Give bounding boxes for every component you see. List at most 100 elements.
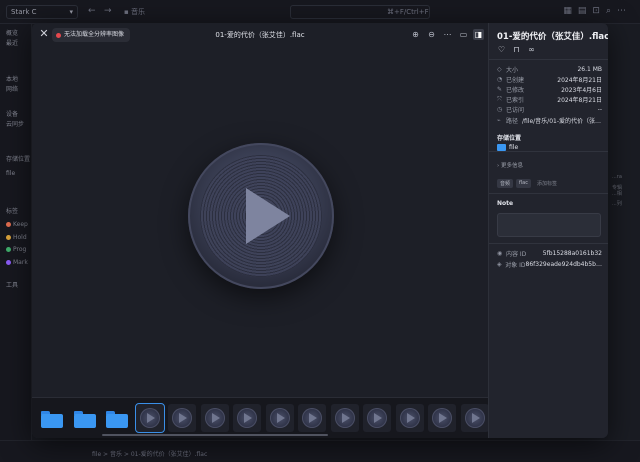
object-id-icon: ◈ [497,261,502,268]
zoom-out-icon[interactable]: ⊖ [426,29,437,40]
link-icon[interactable]: ∞ [527,45,536,54]
more-icon[interactable]: ⋯ [442,29,453,40]
audio-thumbnail[interactable] [330,404,359,432]
forward-icon[interactable]: → [104,6,112,16]
bg-search-input[interactable]: ⌘+F/Ctrl+F [290,5,430,19]
meta-label: 大小 [506,67,519,74]
audio-thumbnail[interactable] [265,404,294,432]
bg-toolbar-icons[interactable]: ▦▤⊡⌕⋯ [563,6,632,16]
folder-icon [497,144,506,151]
audio-thumbnail[interactable] [395,404,424,432]
meta-value: 2023年4月6日 [561,87,602,94]
id-value[interactable]: 86f329eade924db4b5ba1... [526,261,602,268]
bg-sidebar-item[interactable]: Prog [6,246,26,253]
thumbnail-scrollbar[interactable] [102,434,328,436]
play-icon [471,413,480,423]
play-icon [211,413,220,423]
audio-thumbnail[interactable] [298,404,326,432]
meta-value: -- [597,106,602,113]
meta-row: ⤧ 已索引 2024年8月21日 [497,95,602,105]
bg-sidebar-item[interactable]: 云同步 [6,119,24,128]
meta-label: 已创建 [506,77,525,84]
folder-thumbnail[interactable] [71,404,99,432]
audio-thumbnail[interactable] [363,404,391,432]
inspector-panel: 01-爱的代价（张艾佳）.flac ♡ ⊓ ∞ ◇ 大小 26.1 MB ◔ 已创建 20… [488,23,608,438]
viewer-toolbar: ✕ 无法加载全分辨率图像 01-爱的代价（张艾佳）.flac ⊕ ⊖ ⋯ ▭ ◨ [32,23,488,47]
tag-color-dot-icon [6,260,11,265]
accessed-icon: ◷ [497,106,503,113]
bg-sidebar-label: 网络 [6,86,19,93]
play-icon [439,413,447,423]
add-tag-button[interactable]: 添加标签 [534,179,560,188]
back-icon[interactable]: ← [88,6,96,16]
audio-thumbnail[interactable] [428,404,456,432]
play-icon [341,413,350,423]
audio-thumbnail[interactable] [134,403,165,433]
divider [489,151,608,152]
bg-sidebar-item[interactable]: 标签 [6,206,18,215]
id-label: 对象 ID [505,262,526,269]
bg-sidebar-label: 标签 [6,208,19,215]
inspector-actions: ♡ ⊓ ∞ [497,45,536,54]
bg-crumb[interactable]: ▪ 音乐 [124,7,145,17]
folder-thumbnail[interactable] [38,404,66,432]
bg-sidebar-item[interactable]: 网络 [6,84,18,93]
audio-thumbnail[interactable] [460,404,489,432]
meta-value: 2024年8月21日 [557,77,602,84]
play-icon [276,413,285,423]
bg-sidebar-item[interactable]: Hold [6,234,27,241]
size-icon: ◇ [497,66,502,73]
bg-sidebar-label: Mark [13,259,28,266]
bg-sidebar-item[interactable]: file [6,170,15,177]
bg-sidebar-item[interactable]: Keep [6,221,28,228]
bg-sidebar-item[interactable]: 最近 [6,38,18,47]
locations-heading: 存储位置 [497,135,522,142]
play-icon[interactable] [246,188,290,244]
tag-chip[interactable]: flac [516,179,531,188]
sidebar-toggle-icon[interactable]: ◨ [473,29,484,40]
tag-chip[interactable]: 音频 [497,179,514,188]
bg-right-strip-text: ...ra [612,174,622,180]
compact-view-icon[interactable]: ▭ [458,29,469,40]
bg-sidebar-item[interactable]: 存储位置 [6,154,30,163]
heart-icon[interactable]: ♡ [497,45,506,54]
audio-thumbnail[interactable] [200,404,229,432]
divider [489,193,608,194]
meta-label: 已访问 [506,107,525,114]
play-icon [146,413,155,423]
chevron-down-icon: ▾ [69,8,73,16]
bg-sidebar-item[interactable]: 工具 [6,280,18,289]
bg-sidebar-item[interactable]: 概览 [6,28,18,37]
path-icon: ⌁ [497,117,501,124]
bg-location-select[interactable]: Stark C ▾ [6,5,78,19]
created-icon: ◔ [497,76,503,83]
divider [489,243,608,244]
bg-sidebar-label: 最近 [6,40,19,47]
audio-thumbnail[interactable] [233,404,261,432]
folder-thumbnail[interactable] [103,404,131,432]
bg-sidebar-item[interactable]: 设备 [6,109,18,118]
bg-sidebar-item[interactable]: Mark [6,259,28,266]
meta-value: 26.1 MB [577,66,602,73]
thumbnail-strip[interactable] [32,397,489,438]
play-icon [374,413,382,423]
audio-thumbnail[interactable] [168,404,196,432]
note-input[interactable] [497,213,601,237]
zoom-in-icon[interactable]: ⊕ [410,29,421,40]
location-chip[interactable]: file [497,144,518,151]
bg-sidebar-label: file [6,170,16,177]
meta-row: ✎ 已修改 2023年4月6日 [497,85,602,94]
bg-sidebar-label: 存储位置 [6,156,31,163]
id-value[interactable]: 5fb15288a0161b32 [543,250,602,257]
quick-preview-modal: ✕ 无法加载全分辨率图像 01-爱的代价（张艾佳）.flac ⊕ ⊖ ⋯ ▭ ◨ 01-… [32,23,608,438]
bg-sidebar: 概览最近本地网络设备 云同步存储位置 file 标签 Keep Hold Prog Mark 工… [0,24,32,462]
lock-icon[interactable]: ⊓ [512,45,521,54]
play-icon [406,413,415,423]
tag-color-dot-icon [6,235,11,240]
bg-toolbar: Stark C ▾ ← → ▪ 音乐 ⌘+F/Ctrl+F ▦▤⊡⌕⋯ [0,0,640,24]
bg-sidebar-label: 工具 [6,282,19,289]
more-info-toggle[interactable]: › 更多信息 [497,161,523,169]
audio-player-artwork[interactable] [188,143,334,289]
bg-sidebar-label: Hold [13,234,27,241]
bg-sidebar-item[interactable]: 本地 [6,74,18,83]
